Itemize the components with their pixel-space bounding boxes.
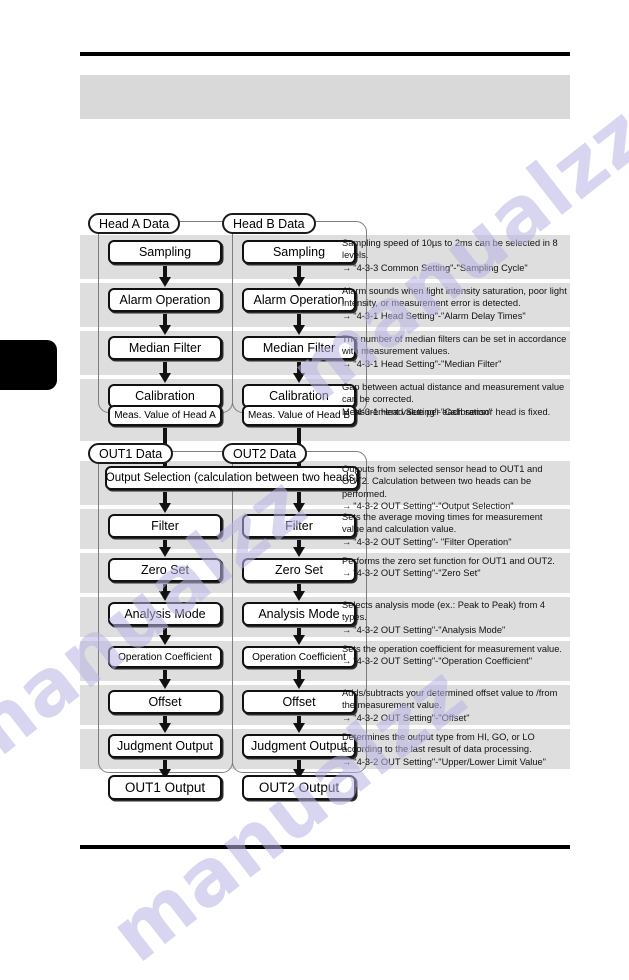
arrow-out2-5 [297,716,301,724]
arrow-out1-5 [163,716,167,724]
description-reference: "4-3-3 Common Setting"-"Sampling Cycle" [342,262,567,274]
arrow-out1-1 [163,540,167,548]
arrow-out2-selection-to-filter [297,492,301,504]
arrow-head-b-2 [297,314,301,326]
node-head-a-median-filter: Median Filter [108,336,222,360]
arrow-out1-6 [163,760,167,770]
description-reference: "4-3-1 Head Setting"-"Median Filter" [342,358,567,370]
description-body: Selects analysis mode (ex.: Peak to Peak… [342,600,546,623]
page-header-band [80,75,570,119]
node-out1-analysis-mode: Analysis Mode [108,602,222,626]
description-body: Outputs from selected sensor head to OUT… [342,464,543,499]
out2-data-label: OUT2 Data [222,443,308,464]
arrow-head-a-1 [163,266,167,278]
node-meas-value-head-a: Meas. Value of Head A [108,405,222,426]
node-out1-offset: Offset [108,690,222,714]
node-out1-filter: Filter [108,514,222,538]
page-top-rule [80,52,570,56]
arrow-out1-4 [163,670,167,680]
node-out1-zero-set: Zero Set [108,558,222,582]
head-b-data-label: Head B Data [222,213,316,234]
description-reference: "4-3-1 Head Setting"-"Alarm Delay Times" [342,310,567,322]
arrow-head-a-2 [163,314,167,326]
description-reference: "4-3-2 OUT Setting"-"Offset" [342,712,567,724]
arrow-head-a-3 [163,362,167,374]
description-judgment-output: Determines the output type from HI, GO, … [338,730,570,770]
description-sampling: Sampling speed of 10µs to 2ms can be sel… [338,236,570,280]
description-alarm-operation: Alarm sounds when light intensity satura… [338,284,570,328]
signal-processing-flow-diagram: Head A Data Head B Data OUT1 Data OUT2 D… [80,213,570,803]
node-out1-judgment-output: Judgment Output [108,734,222,758]
description-body: Sets the operation coefficient for measu… [342,644,562,654]
node-out1-output: OUT1 Output [108,775,222,800]
arrow-out2-1 [297,540,301,548]
description-offset: Adds/subtracts your determined offset va… [338,686,570,726]
head-a-data-label: Head A Data [88,213,181,234]
description-reference: "4-3-2 OUT Setting"-"Zero Set" [342,567,567,579]
page-bottom-rule [80,845,570,849]
node-out2-output: OUT2 Output [242,775,356,800]
description-reference: "4-3-2 OUT Setting"- "Filter Operation" [342,536,567,548]
out1-data-label: OUT1 Data [88,443,174,464]
arrow-out2-3 [297,628,301,636]
description-analysis-mode: Selects analysis mode (ex.: Peak to Peak… [338,598,570,638]
node-head-a-alarm-operation: Alarm Operation [108,288,222,312]
description-body: Measurement value per each sensor head i… [342,407,551,417]
node-out1-operation-coefficient: Operation Coefficient [108,646,222,668]
node-output-selection: Output Selection (calculation between tw… [105,466,359,490]
arrow-head-b-3 [297,362,301,374]
arrow-head-b-1 [297,266,301,278]
arrow-out2-4 [297,670,301,680]
description-reference: "4-3-2 OUT Setting"-"Operation Coefficie… [342,655,567,667]
description-body: The number of median filters can be set … [342,334,567,357]
arrow-out1-selection-to-filter [163,492,167,504]
description-body: Gap between actual distance and measurem… [342,382,565,405]
description-zero-set: Performs the zero set function for OUT1 … [338,554,570,594]
chapter-index-tab [0,340,57,390]
description-filter: Sets the average moving times for measur… [338,510,570,550]
description-body: Sampling speed of 10µs to 2ms can be sel… [342,238,558,261]
description-output-selection: Outputs from selected sensor head to OUT… [338,462,570,511]
description-body: Performs the zero set function for OUT1 … [342,556,555,566]
arrow-out2-6 [297,760,301,770]
description-meas-value: Measurement value per each sensor head i… [338,405,570,441]
description-reference: "4-3-2 OUT Setting"-"Upper/Lower Limit V… [342,756,567,768]
description-median-filter: The number of median filters can be set … [338,332,570,376]
arrow-out2-2 [297,584,301,592]
description-operation-coefficient: Sets the operation coefficient for measu… [338,642,570,682]
description-body: Determines the output type from HI, GO, … [342,732,535,755]
description-body: Sets the average moving times for measur… [342,512,543,535]
description-body: Adds/subtracts your determined offset va… [342,688,558,711]
arrow-out1-2 [163,584,167,592]
description-body: Alarm sounds when light intensity satura… [342,286,567,309]
description-reference: "4-3-2 OUT Setting"-"Analysis Mode" [342,624,567,636]
arrow-out1-3 [163,628,167,636]
node-head-a-sampling: Sampling [108,240,222,264]
